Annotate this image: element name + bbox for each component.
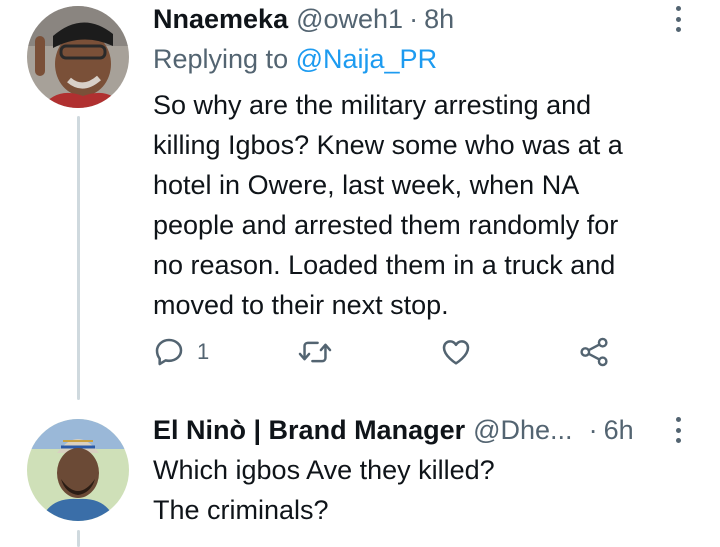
- tweet-2[interactable]: El Ninò | Brand Manager @Dhe... · 6h Whi…: [0, 400, 720, 547]
- timestamp[interactable]: 8h: [424, 2, 454, 36]
- author-handle[interactable]: @Dhe...: [473, 413, 572, 447]
- share-button[interactable]: [578, 336, 610, 368]
- more-options-icon[interactable]: [668, 2, 688, 36]
- timestamp[interactable]: 6h: [604, 413, 634, 447]
- tweet-1-header: Nnaemeka @oweh1 · 8h: [153, 2, 454, 36]
- tweet-text: So why are the military arresting and ki…: [153, 90, 623, 320]
- author-name[interactable]: El Ninò | Brand Manager: [153, 413, 465, 447]
- thread-line-continuation: [77, 530, 80, 547]
- reply-icon: [153, 336, 185, 368]
- replying-to-line: Replying to @Naija_PR: [153, 42, 437, 76]
- author-name[interactable]: Nnaemeka: [153, 2, 288, 36]
- separator-dot: ·: [409, 4, 419, 34]
- replying-to-mention[interactable]: @Naija_PR: [296, 44, 437, 74]
- avatar-nnaemeka[interactable]: [27, 6, 129, 108]
- share-icon: [578, 336, 610, 368]
- tweet-1[interactable]: Nnaemeka @oweh1 · 8h Replying to @Naija_…: [0, 0, 720, 400]
- reply-count: 1: [197, 339, 210, 364]
- more-options-icon[interactable]: [668, 413, 688, 447]
- thread-line: [77, 116, 80, 400]
- avatar-el-nino[interactable]: [27, 419, 129, 521]
- separator-dot: ·: [588, 415, 598, 445]
- tweet-actions: 1: [153, 336, 623, 376]
- replying-to-label: Replying to: [153, 44, 289, 74]
- heart-icon: [440, 336, 472, 368]
- tweet-text: Which igbos Ave they killed? The crimina…: [153, 455, 495, 525]
- retweet-button[interactable]: [298, 336, 332, 368]
- reply-button[interactable]: 1: [153, 336, 209, 368]
- tweet-2-header: El Ninò | Brand Manager @Dhe... · 6h: [153, 413, 634, 447]
- retweet-icon: [298, 336, 332, 368]
- author-handle[interactable]: @oweh1: [296, 2, 403, 36]
- like-button[interactable]: [440, 336, 472, 368]
